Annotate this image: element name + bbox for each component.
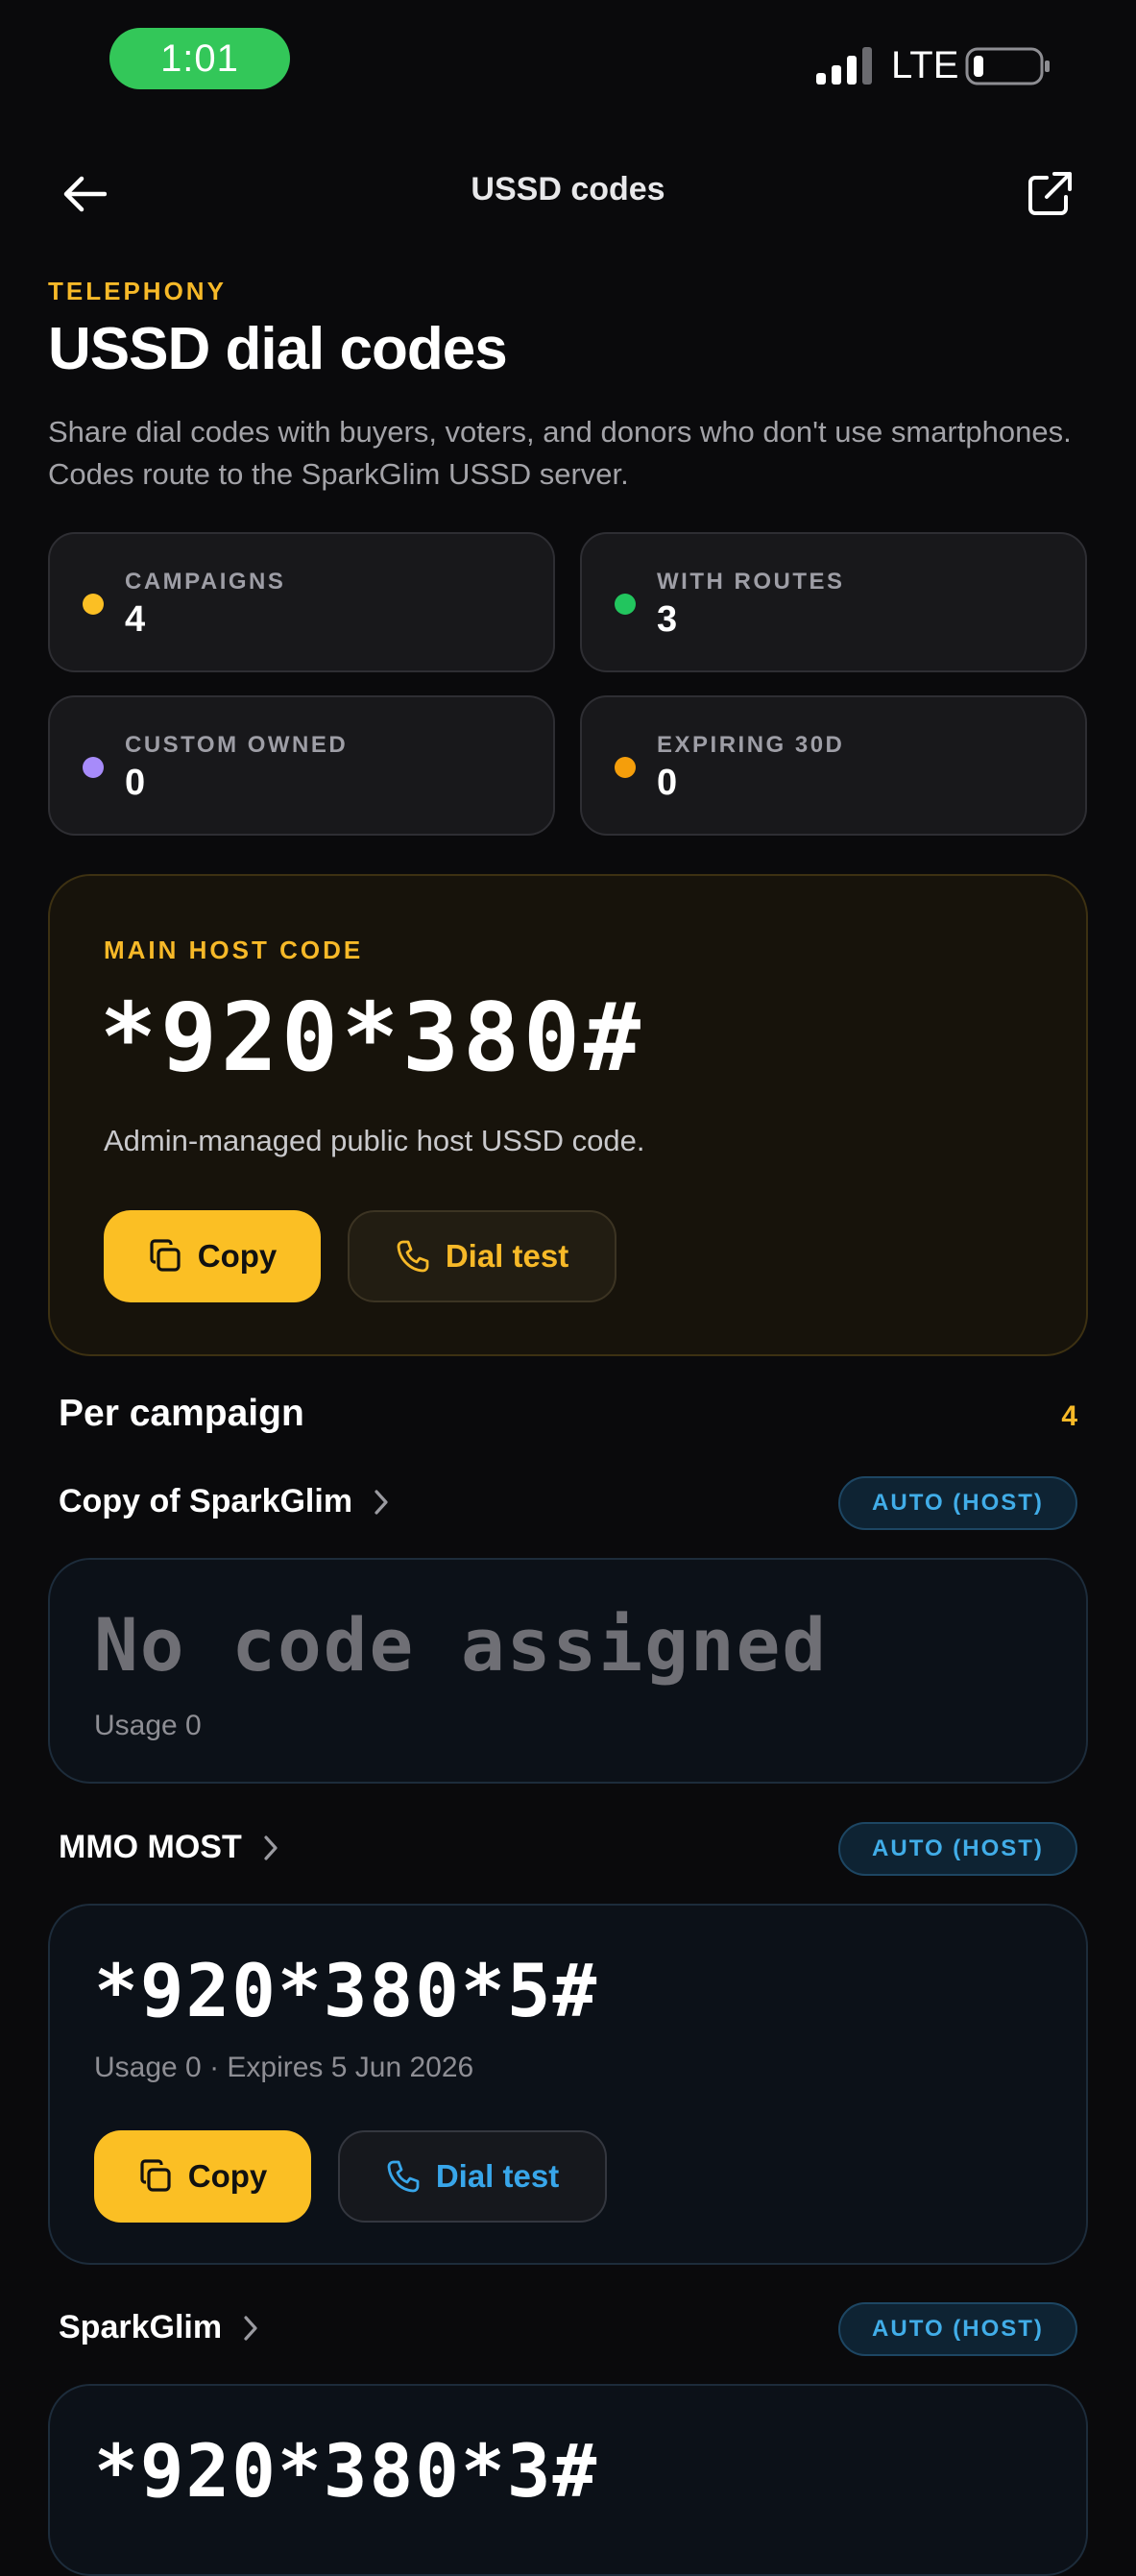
campaign-link-mmo-most[interactable]: MMO MOST xyxy=(59,1829,278,1866)
main-host-code-card: MAIN HOST CODE *920*380# Admin-managed p… xyxy=(48,874,1088,1356)
campaign-code-meta: Usage 0 · Expires 5 Jun 2026 xyxy=(94,2052,474,2083)
stat-value: 0 xyxy=(657,763,678,803)
routing-badge: AUTO (HOST) xyxy=(838,1476,1077,1530)
network-label: LTE xyxy=(891,44,959,86)
campaign-code-value: *920*380*5# xyxy=(94,1948,599,2033)
status-dot xyxy=(615,594,636,615)
chevron-right-icon xyxy=(264,1835,278,1860)
per-campaign-count: 4 xyxy=(1061,1400,1077,1432)
page-title: USSD dial codes xyxy=(48,316,508,382)
campaign-name: Copy of SparkGlim xyxy=(59,1483,353,1519)
campaign-code-meta: Usage 0 xyxy=(94,1710,202,1741)
campaign-name: SparkGlim xyxy=(59,2309,223,2345)
campaign-code-value: *920*380*3# xyxy=(94,2428,599,2514)
stat-card-custom-owned: CUSTOM OWNED 0 xyxy=(48,695,555,836)
campaign-dial-test-button[interactable]: Dial test xyxy=(338,2130,607,2223)
host-code-description: Admin-managed public host USSD code. xyxy=(104,1124,645,1157)
host-dial-test-button[interactable]: Dial test xyxy=(348,1210,616,1302)
dial-test-label: Dial test xyxy=(435,2158,560,2194)
host-code-eyebrow: MAIN HOST CODE xyxy=(104,936,364,964)
campaign-copy-button[interactable]: Copy xyxy=(94,2130,311,2223)
phone-icon xyxy=(397,1240,429,1273)
status-dot xyxy=(83,594,104,615)
stat-card-campaigns: CAMPAIGNS 4 xyxy=(48,532,555,672)
dial-test-label: Dial test xyxy=(445,1238,569,1274)
page-description: Share dial codes with buyers, voters, an… xyxy=(48,415,1072,491)
status-dot xyxy=(83,757,104,778)
stat-card-expiring: EXPIRING 30D 0 xyxy=(580,695,1087,836)
campaign-name: MMO MOST xyxy=(59,1829,242,1865)
campaign-code-card: *920*380*3# xyxy=(48,2384,1088,2576)
routing-badge: AUTO (HOST) xyxy=(838,1822,1077,1876)
battery-icon xyxy=(965,47,1050,85)
section-eyebrow: TELEPHONY xyxy=(48,277,227,305)
stat-card-with-routes: WITH ROUTES 3 xyxy=(580,532,1087,672)
stat-label: CAMPAIGNS xyxy=(125,569,286,595)
stat-value: 3 xyxy=(657,599,678,640)
campaign-link-sparkglim[interactable]: SparkGlim xyxy=(59,2309,258,2346)
campaign-code-card: *920*380*5# Usage 0 · Expires 5 Jun 2026… xyxy=(48,1904,1088,2265)
host-copy-button[interactable]: Copy xyxy=(104,1210,321,1302)
open-external-button[interactable] xyxy=(1021,165,1078,223)
stat-label: EXPIRING 30D xyxy=(657,732,845,758)
nav-title: USSD codes xyxy=(471,171,665,207)
signal-icon xyxy=(816,47,872,85)
copy-label: Copy xyxy=(197,1238,278,1274)
status-dot xyxy=(615,757,636,778)
phone-icon xyxy=(387,2160,420,2193)
stat-value: 4 xyxy=(125,599,146,640)
campaign-code-value: No code assigned xyxy=(94,1602,829,1688)
stat-label: WITH ROUTES xyxy=(657,569,845,595)
copy-icon xyxy=(150,1239,181,1272)
host-code-value: *920*380# xyxy=(100,984,645,1093)
status-bar: 1:01 LTE xyxy=(0,0,1136,115)
chevron-right-icon xyxy=(375,1489,388,1515)
stat-value: 0 xyxy=(125,763,146,803)
copy-label: Copy xyxy=(187,2158,268,2194)
routing-badge: AUTO (HOST) xyxy=(838,2302,1077,2356)
status-time: 1:01 xyxy=(109,28,290,89)
campaign-link-copy-of-sparkglim[interactable]: Copy of SparkGlim xyxy=(59,1483,389,1520)
campaign-code-card: No code assigned Usage 0 xyxy=(48,1558,1088,1784)
chevron-right-icon xyxy=(244,2315,257,2341)
external-link-icon xyxy=(1028,172,1072,215)
stat-label: CUSTOM OWNED xyxy=(125,732,349,758)
copy-icon xyxy=(140,2159,171,2192)
per-campaign-title: Per campaign xyxy=(59,1393,304,1434)
